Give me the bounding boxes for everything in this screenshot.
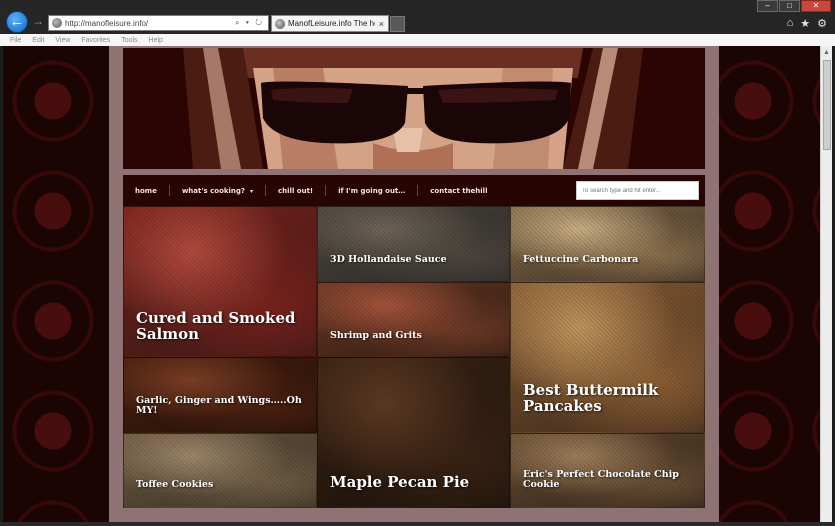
- menu-bar: File Edit View Favorites Tools Help: [0, 34, 835, 46]
- tile-title[interactable]: Toffee Cookies: [136, 479, 306, 490]
- page-viewport: home what's cooking? ▾ chill out! if I'm …: [3, 46, 820, 522]
- gear-icon[interactable]: ⚙: [817, 17, 827, 30]
- minimize-button[interactable]: –: [757, 0, 778, 12]
- tile-toffee[interactable]: Toffee Cookies: [123, 433, 317, 508]
- nav-contact[interactable]: contact thehill: [430, 187, 487, 195]
- tile-pancakes[interactable]: Best Buttermilk Pancakes: [510, 282, 705, 433]
- tile-title[interactable]: Shrimp and Grits: [330, 330, 500, 341]
- tile-title[interactable]: Garlic, Ginger and Wings…..Oh MY!: [136, 395, 311, 417]
- site-page: home what's cooking? ▾ chill out! if I'm …: [109, 46, 719, 522]
- sunglasses-face-illustration: [123, 48, 705, 169]
- tile-hollandaise[interactable]: 3D Hollandaise Sauce: [317, 206, 510, 282]
- tile-choc-chip[interactable]: Eric's Perfect Chocolate Chip Cookie: [510, 433, 705, 508]
- tile-title[interactable]: Eric's Perfect Chocolate Chip Cookie: [523, 469, 693, 491]
- back-arrow-icon[interactable]: ←: [6, 11, 28, 33]
- nav-chill-out[interactable]: chill out!: [278, 187, 313, 195]
- tile-carbonara[interactable]: Fettuccine Carbonara: [510, 206, 705, 282]
- nav-separator: [265, 185, 267, 196]
- header-banner[interactable]: [123, 48, 705, 169]
- tile-title[interactable]: Maple Pecan Pie: [330, 474, 500, 490]
- browser-chrome: – □ ✕ ← → http://manofleisure.info/ ⌕ ▾ …: [0, 0, 835, 46]
- tab-favicon-icon: [275, 18, 285, 29]
- search-refresh-icons[interactable]: ⌕ ▾ ↻: [235, 18, 268, 28]
- tile-title[interactable]: Fettuccine Carbonara: [523, 254, 698, 265]
- site-favicon-icon: [52, 18, 62, 28]
- address-bar[interactable]: http://manofleisure.info/ ⌕ ▾ ↻: [48, 15, 269, 31]
- menu-file[interactable]: File: [10, 37, 21, 44]
- nav-whats-cooking-label: what's cooking?: [181, 186, 245, 195]
- maximize-button[interactable]: □: [779, 0, 800, 12]
- menu-tools[interactable]: Tools: [121, 37, 137, 44]
- home-icon[interactable]: ⌂: [787, 17, 794, 30]
- window-controls: – □ ✕: [757, 0, 831, 12]
- tile-wings[interactable]: Garlic, Ginger and Wings…..Oh MY!: [123, 357, 317, 433]
- tab-title: ManofLeisure.info The ho...: [288, 19, 375, 28]
- menu-favorites[interactable]: Favorites: [81, 37, 110, 44]
- tile-title[interactable]: Cured and Smoked Salmon: [136, 309, 306, 342]
- nav-home[interactable]: home: [135, 187, 157, 195]
- tile-title[interactable]: 3D Hollandaise Sauce: [330, 254, 500, 265]
- scrollbar-thumb[interactable]: [823, 60, 831, 150]
- new-tab-button[interactable]: [390, 16, 405, 32]
- tab-close-icon[interactable]: ×: [375, 19, 388, 29]
- site-navbar: home what's cooking? ▾ chill out! if I'm …: [123, 175, 705, 206]
- recipe-grid: Cured and Smoked Salmon 3D Hollandaise S…: [123, 206, 705, 508]
- tile-title[interactable]: Best Buttermilk Pancakes: [523, 381, 673, 414]
- menu-view[interactable]: View: [55, 37, 70, 44]
- favorites-star-icon[interactable]: ★: [800, 17, 810, 30]
- url-text[interactable]: http://manofleisure.info/: [65, 19, 235, 28]
- tile-pecan-pie[interactable]: Maple Pecan Pie: [317, 357, 510, 508]
- scroll-up-arrow-icon[interactable]: ▲: [823, 49, 830, 56]
- nav-separator: [417, 185, 419, 196]
- menu-help[interactable]: Help: [149, 37, 163, 44]
- tile-cured-salmon[interactable]: Cured and Smoked Salmon: [123, 206, 317, 357]
- chevron-down-icon[interactable]: ▾: [250, 188, 253, 195]
- tile-shrimp-grits[interactable]: Shrimp and Grits: [317, 282, 510, 357]
- browser-toolbar-icons: ⌂ ★ ⚙: [787, 17, 827, 30]
- forward-arrow-icon[interactable]: →: [31, 14, 45, 28]
- close-window-button[interactable]: ✕: [801, 0, 831, 12]
- nav-going-out[interactable]: if I'm going out…: [338, 187, 405, 195]
- nav-whats-cooking[interactable]: what's cooking? ▾: [182, 187, 253, 195]
- nav-separator: [325, 185, 327, 196]
- browser-tab[interactable]: ManofLeisure.info The ho... ×: [271, 15, 389, 32]
- window-bottom-frame: [0, 522, 835, 526]
- nav-separator: [168, 185, 170, 196]
- vertical-scrollbar[interactable]: ▲: [820, 46, 832, 522]
- search-input[interactable]: [576, 181, 699, 200]
- menu-edit[interactable]: Edit: [32, 37, 44, 44]
